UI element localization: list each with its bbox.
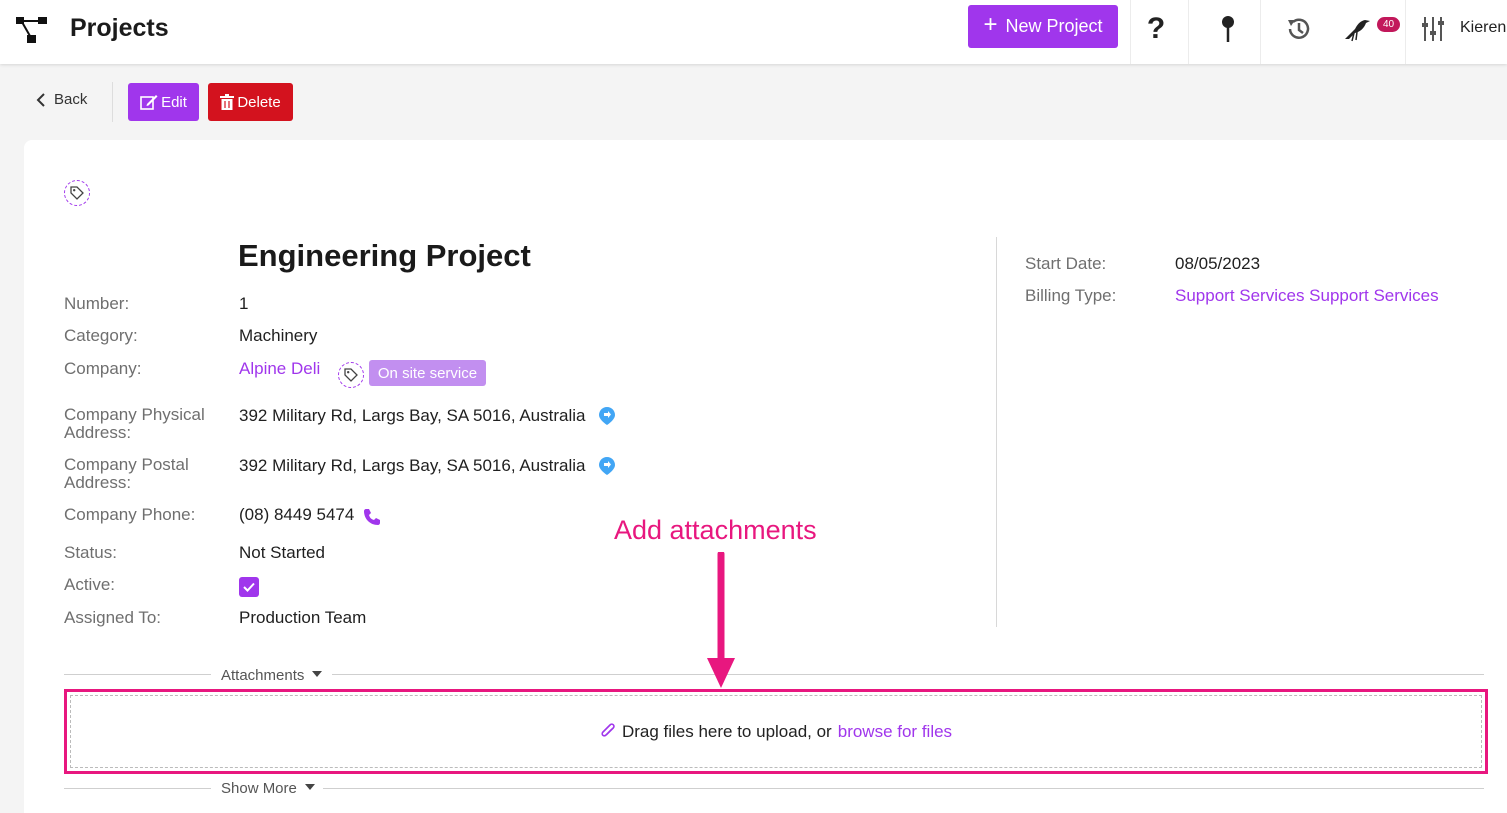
section-divider (323, 788, 1484, 789)
map-directions-icon[interactable] (598, 456, 616, 476)
paperclip-icon (601, 722, 615, 737)
dropzone-text: Drag files here to upload, or browse for… (600, 722, 952, 742)
chevron-left-icon (36, 92, 45, 107)
attachments-label: Attachments (221, 667, 305, 684)
status-value: Not Started (239, 543, 325, 562)
browse-files-link[interactable]: browse for files (838, 722, 952, 742)
start-date-value: 08/05/2023 (1175, 254, 1261, 273)
add-tag-button[interactable] (64, 180, 90, 206)
delete-button[interactable]: Delete (208, 83, 293, 121)
action-divider (112, 82, 113, 122)
active-checkbox[interactable] (239, 577, 259, 597)
help-icon[interactable]: ? (1140, 10, 1172, 48)
delete-label: Delete (237, 93, 281, 111)
section-divider (64, 674, 211, 675)
column-divider (996, 237, 997, 627)
postal-address-value: 392 Military Rd, Largs Bay, SA 5016, Aus… (239, 456, 586, 475)
postal-address-label: Company Postal Address: (64, 455, 189, 492)
billing-type-label: Billing Type: (1025, 286, 1117, 305)
pin-icon[interactable] (1212, 10, 1244, 48)
phone-label: Company Phone: (64, 505, 196, 524)
tag-icon (344, 368, 358, 382)
back-button[interactable]: Back (36, 91, 87, 108)
edit-label: Edit (161, 93, 187, 111)
attachments-toggle[interactable]: Attachments (221, 667, 323, 684)
physical-address-value: 392 Military Rd, Largs Bay, SA 5016, Aus… (239, 406, 586, 425)
number-value: 1 (239, 294, 249, 313)
trash-icon (220, 94, 235, 110)
new-project-label: New Project (1005, 16, 1103, 36)
company-tag-button[interactable] (338, 362, 364, 388)
toolbar-divider (1130, 0, 1131, 64)
toolbar-divider (1188, 0, 1189, 64)
history-icon[interactable] (1283, 10, 1315, 48)
map-directions-icon[interactable] (598, 406, 616, 426)
start-date-label: Start Date: (1025, 254, 1107, 273)
phone-value: (08) 8449 5474 (239, 505, 355, 524)
user-menu[interactable]: Kieren (1460, 19, 1506, 37)
settings-sliders-icon[interactable] (1418, 10, 1448, 48)
annotation-arrow-icon (707, 552, 735, 688)
logo-icon[interactable] (16, 17, 48, 43)
billing-type-link[interactable]: Support Services Support Services (1175, 287, 1439, 305)
checkmark-icon (243, 582, 255, 592)
number-label: Number: (64, 294, 130, 313)
edit-button[interactable]: Edit (128, 83, 199, 121)
edit-icon (140, 95, 158, 110)
notification-badge: 40 (1377, 17, 1400, 32)
top-bar: Projects + New Project ? 40 Kieren (0, 0, 1507, 64)
toolbar-divider (1405, 0, 1406, 64)
category-label: Category: (64, 326, 138, 345)
project-title: Engineering Project (238, 238, 531, 273)
show-more-toggle[interactable]: Show More (221, 780, 315, 797)
back-label: Back (54, 91, 88, 108)
annotation-text: Add attachments (614, 515, 817, 545)
app-title: Projects (70, 14, 169, 42)
section-divider (332, 674, 1484, 675)
assigned-to-label: Assigned To: (64, 608, 162, 627)
toolbar-divider (1260, 0, 1261, 64)
caret-down-icon (304, 783, 315, 790)
show-more-label: Show More (221, 780, 297, 797)
attachment-dropzone[interactable]: Drag files here to upload, or browse for… (64, 689, 1488, 774)
plus-icon: + (983, 11, 998, 38)
phone-icon[interactable] (363, 508, 381, 526)
category-value: Machinery (239, 326, 318, 345)
company-label: Company: (64, 359, 142, 378)
tag-icon (70, 186, 84, 200)
new-project-button[interactable]: + New Project (968, 5, 1118, 48)
company-link[interactable]: Alpine Deli (239, 360, 320, 378)
physical-address-label: Company Physical Address: (64, 405, 205, 442)
company-tag-pill[interactable]: On site service (369, 360, 486, 386)
status-label: Status: (64, 543, 117, 562)
bird-icon[interactable] (1340, 10, 1374, 48)
caret-down-icon (312, 670, 323, 677)
drop-instruction: Drag files here to upload, or (621, 721, 832, 741)
section-divider (64, 788, 211, 789)
active-label: Active: (64, 575, 116, 594)
assigned-to-value: Production Team (239, 608, 367, 627)
